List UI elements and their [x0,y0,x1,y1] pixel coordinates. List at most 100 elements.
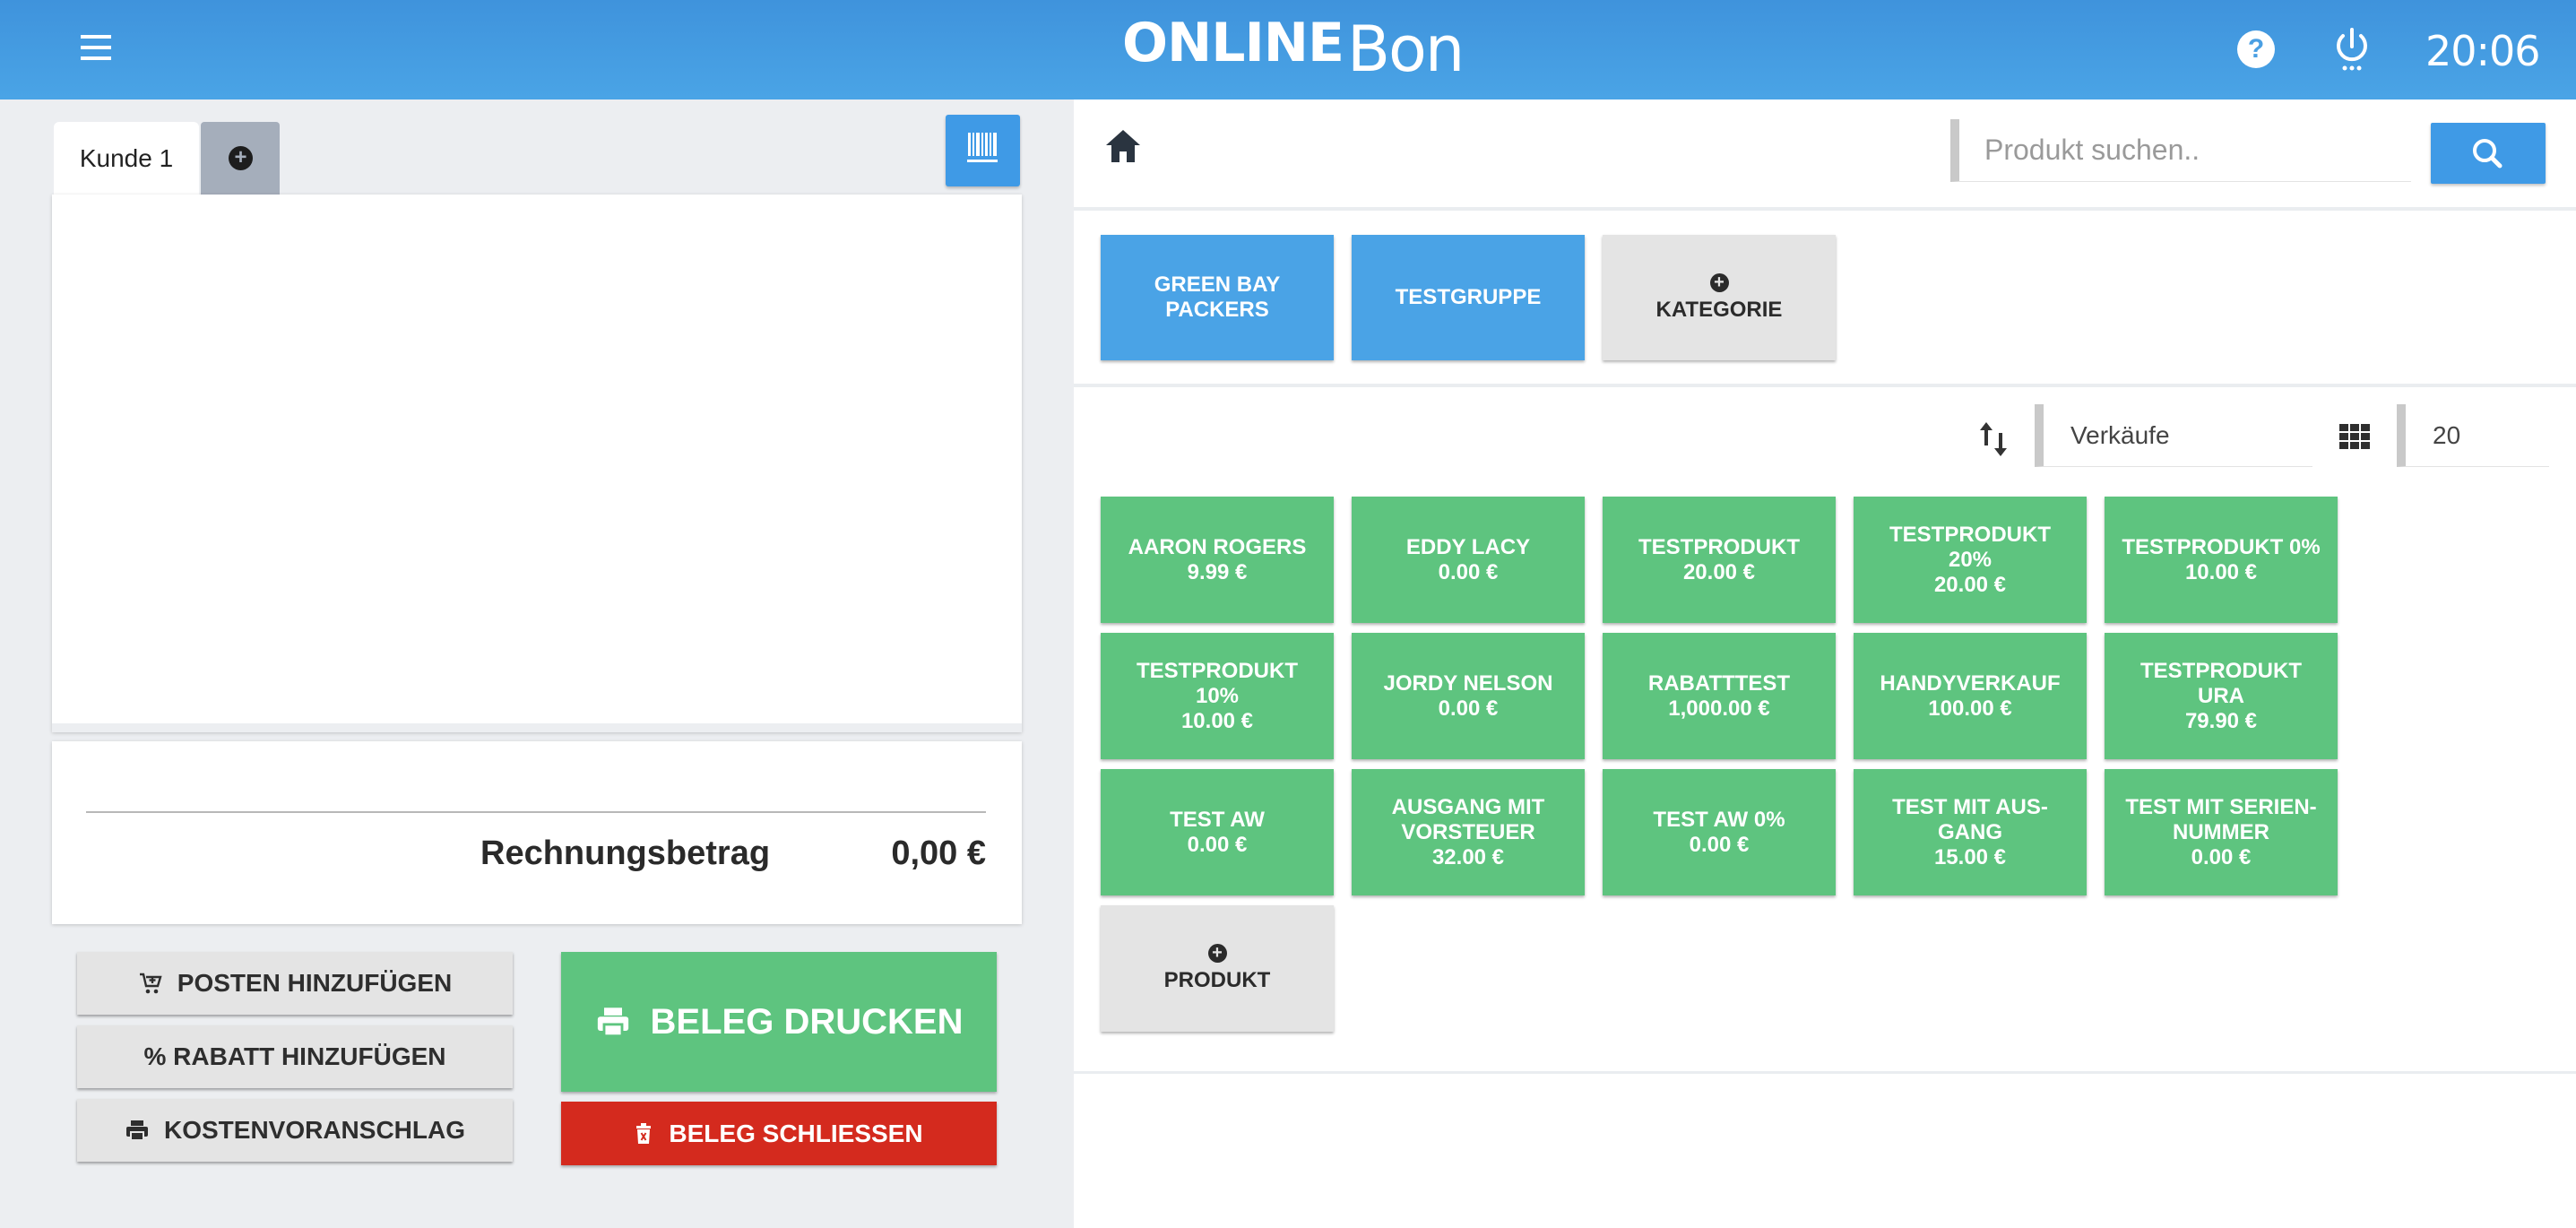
add-discount-label: % RABATT HINZUFÜGEN [143,1042,446,1070]
receipt-item-list [52,195,1022,732]
tab-customer-1[interactable]: Kunde 1 [54,122,199,195]
product-price: 20.00 € [1933,572,2007,597]
product-tile[interactable]: TEST MIT SERIEN-NUMMER 0.00 € [2105,769,2338,895]
product-name: TESTPRODUKT [1638,534,1800,559]
product-tile[interactable]: TESTPRODUKT URA 79.90 € [2105,633,2338,759]
divider [1074,384,2576,387]
product-name: HANDYVERKAUF [1880,670,2061,696]
search-button[interactable] [2431,123,2546,184]
product-tile[interactable]: EDDY LACY 0.00 € [1352,497,1585,623]
total-value: 0,00 € [891,835,986,872]
product-price: 0.00 € [2191,844,2252,869]
add-customer-tab-button[interactable]: + [201,122,280,195]
product-name: TESTPRODUKT 10% [1137,658,1298,708]
logo-wordmark-light: Bon [1346,13,1465,86]
product-panel: GREEN BAY PACKERS TESTGRUPPE + KATEGORIE… [1074,99,2576,1228]
product-price: 0.00 € [1689,832,1750,857]
add-discount-button[interactable]: % RABATT HINZUFÜGEN [77,1025,513,1088]
product-name: TESTPRODUKT 20% [1889,522,2051,572]
product-name: AARON ROGERS [1128,534,1307,559]
grid-view-icon[interactable] [2338,423,2371,450]
product-price: 9.99 € [1187,559,1248,584]
hamburger-menu-icon[interactable] [77,32,117,63]
product-search [1950,119,2411,182]
print-receipt-button[interactable]: BELEG DRUCKEN [561,952,997,1092]
power-icon[interactable] [2332,27,2372,74]
category-tile[interactable]: GREEN BAY PACKERS [1101,235,1334,360]
estimate-button[interactable]: KOSTENVORANSCHLAG [77,1099,513,1162]
clock: 20:06 [2425,27,2541,75]
print-receipt-label: BELEG DRUCKEN [650,1001,964,1042]
product-price: 32.00 € [1431,844,1505,869]
printer-icon [597,1007,628,1038]
product-tile[interactable]: TEST AW 0.00 € [1101,769,1334,895]
product-tile[interactable]: TESTPRODUKT 20% 20.00 € [1854,497,2087,623]
product-tile[interactable]: HANDYVERKAUF 100.00 € [1854,633,2087,759]
receipt-items-area [52,195,1022,732]
product-tile[interactable]: TEST AW 0% 0.00 € [1603,769,1836,895]
divider [1074,1071,2576,1074]
product-price: 0.00 € [1187,832,1248,857]
product-tile[interactable]: TESTPRODUKT 0% 10.00 € [2105,497,2338,623]
total-divider [86,811,986,813]
search-icon [2473,139,2503,169]
total-label: Rechnungsbetrag [480,835,771,872]
product-tile[interactable]: TESTPRODUKT 10% 10.00 € [1101,633,1334,759]
product-price: 79.90 € [2184,708,2258,733]
product-name: TEST AW [1170,807,1265,832]
add-cart-icon [139,973,162,994]
add-item-label: POSTEN HINZUFÜGEN [177,969,453,997]
app-header: ONLINE Bon ? 20:06 [0,0,2576,99]
divider [1074,207,2576,211]
product-price: 20.00 € [1682,559,1756,584]
product-name: EDDY LACY [1405,534,1531,559]
receipt-panel: Kunde 1 + Rechnungsbetrag 0,00 € POSTEN … [0,99,1074,1228]
help-icon[interactable]: ? [2237,30,2275,68]
onlinebon-logo: ONLINE Bon [1122,12,1465,86]
close-receipt-button[interactable]: BELEG SCHLIESSEN [561,1102,997,1165]
sort-direction-icon[interactable] [1977,419,2010,460]
product-tile[interactable]: JORDY NELSON 0.00 € [1352,633,1585,759]
barcode-scan-button[interactable] [946,115,1020,186]
printer-icon [125,1120,148,1141]
product-tile[interactable]: TEST MIT AUS-GANG 15.00 € [1854,769,2087,895]
plus-circle-icon: + [229,146,253,170]
receipt-total-area: Rechnungsbetrag 0,00 € [52,741,1022,924]
product-name: TESTPRODUKT 0% [2122,534,2321,559]
category-tile[interactable]: TESTGRUPPE [1352,235,1585,360]
estimate-label: KOSTENVORANSCHLAG [163,1116,465,1144]
product-price: 15.00 € [1933,844,2007,869]
sort-select[interactable]: Verkäufe [2035,404,2312,467]
product-tile[interactable]: TESTPRODUKT 20.00 € [1603,497,1836,623]
page-size-select[interactable]: 20 [2397,404,2549,467]
product-price: 0.00 € [1438,559,1499,584]
logo-wordmark-bold: ONLINE [1122,12,1344,74]
home-icon[interactable] [1103,126,1143,166]
product-price: 1,000.00 € [1668,696,1770,721]
product-name: TEST MIT SERIEN-NUMMER [2125,794,2317,844]
add-category-label: KATEGORIE [1655,297,1783,322]
product-name: RABATTTEST [1647,670,1791,696]
plus-circle-icon: + [1709,272,1729,292]
product-price: 10.00 € [1180,708,1254,733]
add-category-button[interactable]: + KATEGORIE [1603,235,1836,360]
product-name: TEST MIT AUS-GANG [1892,794,2048,844]
trash-icon [636,1122,652,1144]
plus-circle-icon: + [1207,944,1227,963]
product-tile[interactable]: AUSGANG MIT VORSTEUER 32.00 € [1352,769,1585,895]
product-tile[interactable]: RABATTTEST 1,000.00 € [1603,633,1836,759]
product-name: TESTPRODUKT URA [2140,658,2302,708]
product-tile[interactable]: AARON ROGERS 9.99 € [1101,497,1334,623]
product-search-input[interactable] [1959,119,2411,181]
close-receipt-label: BELEG SCHLIESSEN [669,1119,923,1147]
add-product-button[interactable]: + PRODUKT [1101,905,1334,1032]
product-price: 0.00 € [1438,696,1499,721]
add-item-button[interactable]: POSTEN HINZUFÜGEN [77,952,513,1015]
product-name: TEST AW 0% [1653,807,1785,832]
product-name: AUSGANG MIT VORSTEUER [1391,794,1545,844]
product-price: 10.00 € [2184,559,2258,584]
product-name: JORDY NELSON [1383,670,1553,696]
barcode-icon [967,133,998,162]
product-price: 100.00 € [1928,696,2012,721]
add-product-label: PRODUKT [1163,968,1271,992]
